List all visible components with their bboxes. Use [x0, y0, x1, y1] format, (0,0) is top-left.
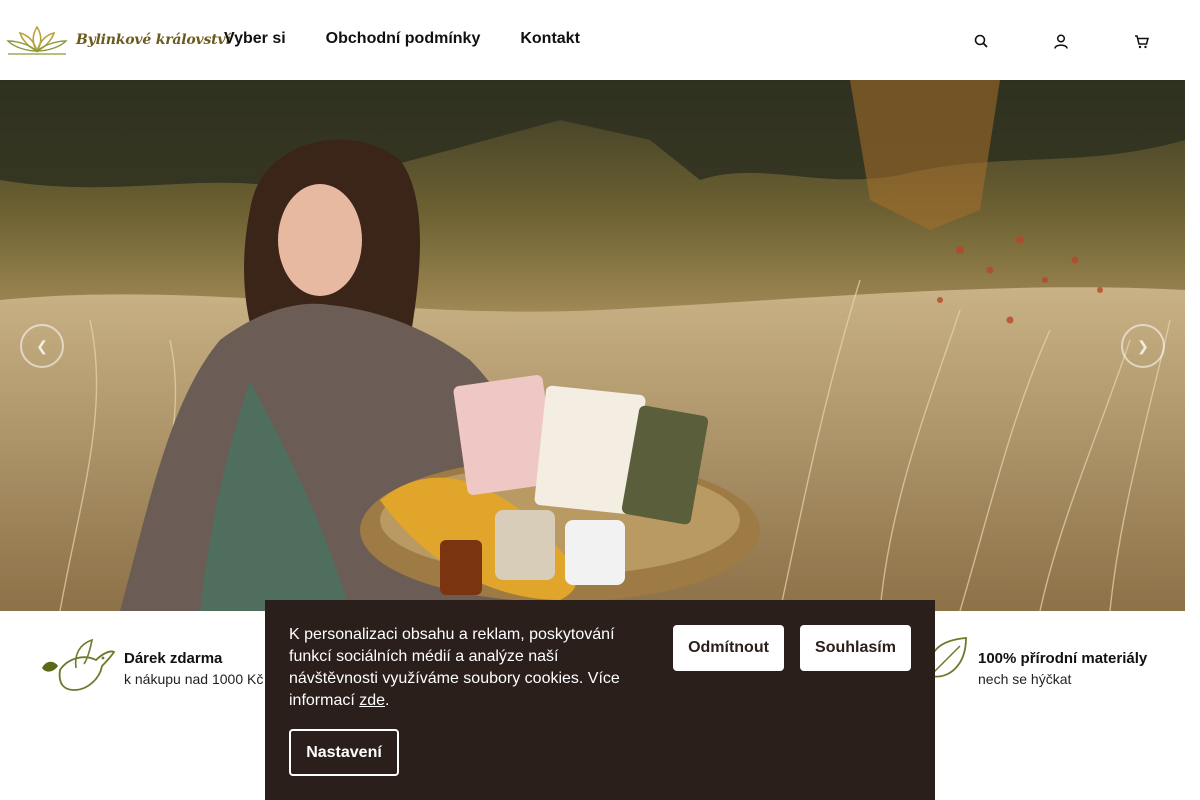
slider-prev-button[interactable]: ❮ [20, 324, 64, 368]
nav-item-kontakt[interactable]: Kontakt [520, 30, 580, 48]
benefit-title: 100% přírodní materiály [978, 650, 1148, 667]
dove-icon [42, 638, 116, 691]
main-nav: Vyber si Obchodní podmínky Kontakt [224, 30, 580, 48]
benefit-free-gift: Dárek zdarma k nákupu nad 1000 Kč [40, 636, 263, 694]
nav-item-obchodni-podminky[interactable]: Obchodní podmínky [326, 30, 481, 48]
cookie-consent-panel: K personalizaci obsahu a reklam, poskyto… [265, 600, 935, 800]
cookie-text-end: . [385, 692, 390, 709]
cart-icon[interactable] [1133, 32, 1149, 50]
benefit-subtitle: nech se hýčkat [978, 671, 1072, 687]
benefit-title: Dárek zdarma [124, 650, 223, 667]
decline-cookies-button[interactable]: Odmítnout [673, 625, 784, 671]
cookie-text-body: K personalizaci obsahu a reklam, poskyto… [289, 626, 620, 709]
cookie-settings-button[interactable]: Nastavení [289, 729, 399, 776]
slider-next-button[interactable]: ❯ [1121, 324, 1165, 368]
nav-item-vyber-si[interactable]: Vyber si [224, 30, 286, 48]
benefit-free-gift-text: Dárek zdarma k nákupu nad 1000 Kč [124, 636, 263, 687]
accept-cookies-button[interactable]: Souhlasím [800, 625, 911, 671]
chevron-right-icon: ❯ [1137, 337, 1149, 354]
hero-slider: ❮ ❯ [0, 80, 1185, 611]
chevron-left-icon: ❮ [36, 337, 48, 354]
cookie-consent-text: K personalizaci obsahu a reklam, poskyto… [289, 624, 639, 712]
site-header: Bylinkové království Vyber si Obchodní p… [0, 0, 1185, 80]
search-icon[interactable] [973, 32, 989, 50]
lotus-logo-icon [6, 25, 68, 55]
logo[interactable]: Bylinkové království [4, 22, 231, 58]
benefit-subtitle: k nákupu nad 1000 Kč [124, 671, 264, 687]
cookie-more-info-link[interactable]: zde [359, 692, 385, 709]
logo-text: Bylinkové království [76, 32, 231, 48]
page: Bylinkové království Vyber si Obchodní p… [0, 0, 1200, 800]
user-icon[interactable] [1053, 32, 1069, 50]
benefit-natural-materials-text: 100% přírodní materiály nech se hýčkat [978, 636, 1147, 687]
benefit-natural-materials: 100% přírodní materiály nech se hýčkat [920, 636, 1147, 688]
hero-image [0, 80, 1185, 611]
